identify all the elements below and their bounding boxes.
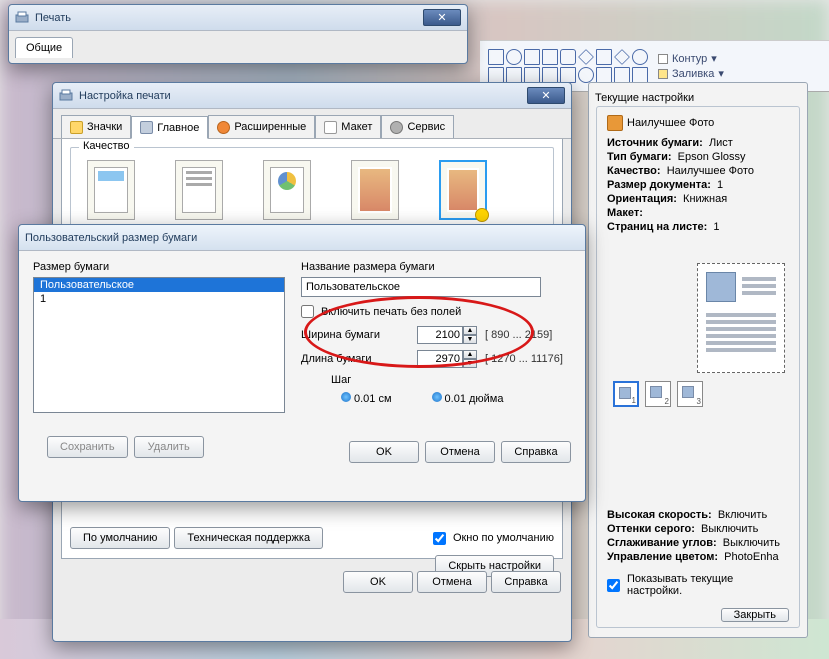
quality-option-4[interactable] [351,160,399,220]
help-button[interactable]: Справка [501,441,571,463]
tab-main[interactable]: Главное [131,116,208,139]
show-current-label: Показывать текущие настройки. [627,573,789,597]
gear-icon [217,121,230,134]
close-button[interactable]: Закрыть [721,608,789,622]
ppp-key: Страниц на листе: [607,221,707,233]
default-window-checkbox[interactable] [433,532,446,545]
speed-key: Высокая скорость: [607,509,712,521]
save-button[interactable]: Сохранить [47,436,128,458]
default-button[interactable]: По умолчанию [70,527,170,549]
wrench-icon [390,121,403,134]
type-value: Epson Glossy [678,151,746,163]
length-spinner[interactable]: ▲▼ [417,350,477,368]
quality-group-label: Качество [79,140,134,152]
size-value: 1 [717,179,723,191]
smooth-key: Сглаживание углов: [607,537,717,549]
tech-support-button[interactable]: Техническая поддержка [174,527,323,549]
layout-thumb-2[interactable]: 2 [645,381,671,407]
paper-list-item-1[interactable]: 1 [34,292,284,306]
gray-value: Выключить [701,523,758,535]
printer-icon [140,121,153,134]
chevron-down-icon[interactable]: ▼ [463,359,477,368]
tab-layout[interactable]: Макет [315,115,381,138]
quality-key: Качество: [607,165,661,177]
delete-button[interactable]: Удалить [134,436,204,458]
gray-key: Оттенки серого: [607,523,695,535]
print-window-title: Печать [35,12,71,24]
quality-option-3[interactable] [263,160,311,220]
fill-label: Заливка [672,68,714,80]
close-icon[interactable]: ✕ [527,87,565,104]
paper-preview [697,263,785,373]
print-setup-title: Настройка печати [79,90,171,102]
length-label: Длина бумаги [301,353,409,365]
step-label: Шаг [331,374,351,386]
cancel-button[interactable]: Отмена [425,441,495,463]
paper-list[interactable]: Пользовательское 1 [33,277,285,413]
color-value: PhotoEnha [724,551,778,563]
smooth-value: Выключить [723,537,780,549]
close-icon[interactable]: ✕ [423,9,461,26]
tab-general[interactable]: Общие [15,37,73,58]
ok-button[interactable]: OK [349,441,419,463]
length-input[interactable] [417,350,463,368]
best-photo-label: Наилучшее Фото [627,117,714,129]
printer-icon [59,89,73,103]
layout-thumbs[interactable]: 1 2 3 [613,381,789,407]
chevron-up-icon[interactable]: ▲ [463,326,477,335]
paper-list-label: Размер бумаги [33,261,285,273]
paper-name-input[interactable] [301,277,541,297]
width-range: [ 890 ... 2159] [485,329,552,341]
color-key: Управление цветом: [607,551,718,563]
width-label: Ширина бумаги [301,329,409,341]
step-inch-radio[interactable]: 0.01 дюйма [432,392,504,405]
document-icon [324,121,337,134]
contour-label: Контур [672,53,707,65]
source-value: Лист [709,137,733,149]
custom-paper-size-dialog: Пользовательский размер бумаги Размер бу… [18,224,586,502]
layout-thumb-1[interactable]: 1 [613,381,639,407]
borderless-label: Включить печать без полей [321,306,461,318]
quality-group: Качество [70,147,554,235]
quality-option-1[interactable] [87,160,135,220]
quality-option-5-selected[interactable] [439,160,487,220]
paper-name-label: Название размера бумаги [301,261,571,273]
paper-dialog-title: Пользовательский размер бумаги [25,232,197,244]
printer-icon [15,11,29,25]
cancel-button[interactable]: Отмена [417,571,487,593]
borderless-checkbox[interactable] [301,305,314,318]
ribbon-options[interactable]: Контур ▾ Заливка ▾ [658,52,724,80]
speed-value: Включить [718,509,767,521]
ok-button[interactable]: OK [343,571,413,593]
size-key: Размер документа: [607,179,711,191]
chevron-down-icon[interactable]: ▼ [463,335,477,344]
layout-key: Макет: [607,207,643,219]
width-input[interactable] [417,326,463,344]
quality-value: Наилучшее Фото [667,165,754,177]
orient-key: Ориентация: [607,193,677,205]
print-window: Печать ✕ Общие [8,4,468,64]
show-current-checkbox[interactable] [607,579,620,592]
tab-advanced[interactable]: Расширенные [208,115,315,138]
type-key: Тип бумаги: [607,151,672,163]
width-spinner[interactable]: ▲▼ [417,326,477,344]
current-settings-title: Текущие настройки [595,92,694,104]
default-window-label: Окно по умолчанию [453,532,554,544]
tab-icons[interactable]: Значки [61,115,131,138]
orient-value: Книжная [683,193,727,205]
step-cm-radio[interactable]: 0.01 см [341,392,392,405]
shape-gallery[interactable] [488,49,648,83]
length-range: [ 1270 ... 11176] [485,353,563,365]
current-settings-panel: Наилучшее Фото Источник бумаги: Лист Тип… [596,106,800,628]
tab-service[interactable]: Сервис [381,115,454,138]
quality-option-2[interactable] [175,160,223,220]
chevron-up-icon[interactable]: ▲ [463,350,477,359]
source-key: Источник бумаги: [607,137,703,149]
layout-thumb-3[interactable]: 3 [677,381,703,407]
ppp-value: 1 [713,221,719,233]
photo-icon [607,115,623,131]
help-button[interactable]: Справка [491,571,561,593]
paper-list-item-0[interactable]: Пользовательское [34,278,284,292]
